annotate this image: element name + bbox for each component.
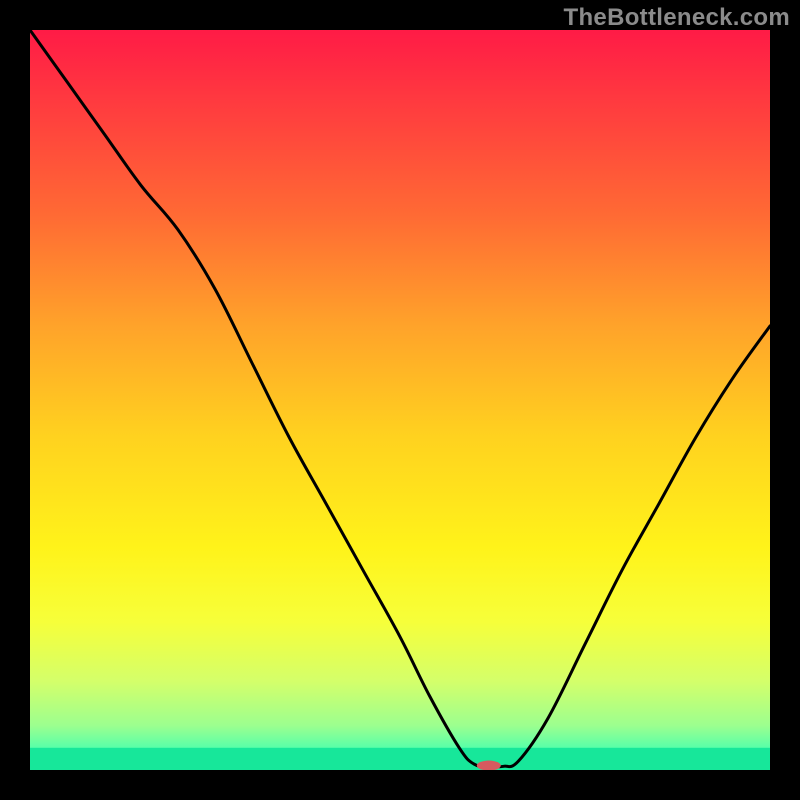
green-band <box>30 748 770 770</box>
gradient-background <box>30 30 770 770</box>
plot-area <box>30 30 770 770</box>
watermark-text: TheBottleneck.com <box>564 4 790 32</box>
chart-container: TheBottleneck.com <box>0 0 800 800</box>
chart-svg <box>30 30 770 770</box>
